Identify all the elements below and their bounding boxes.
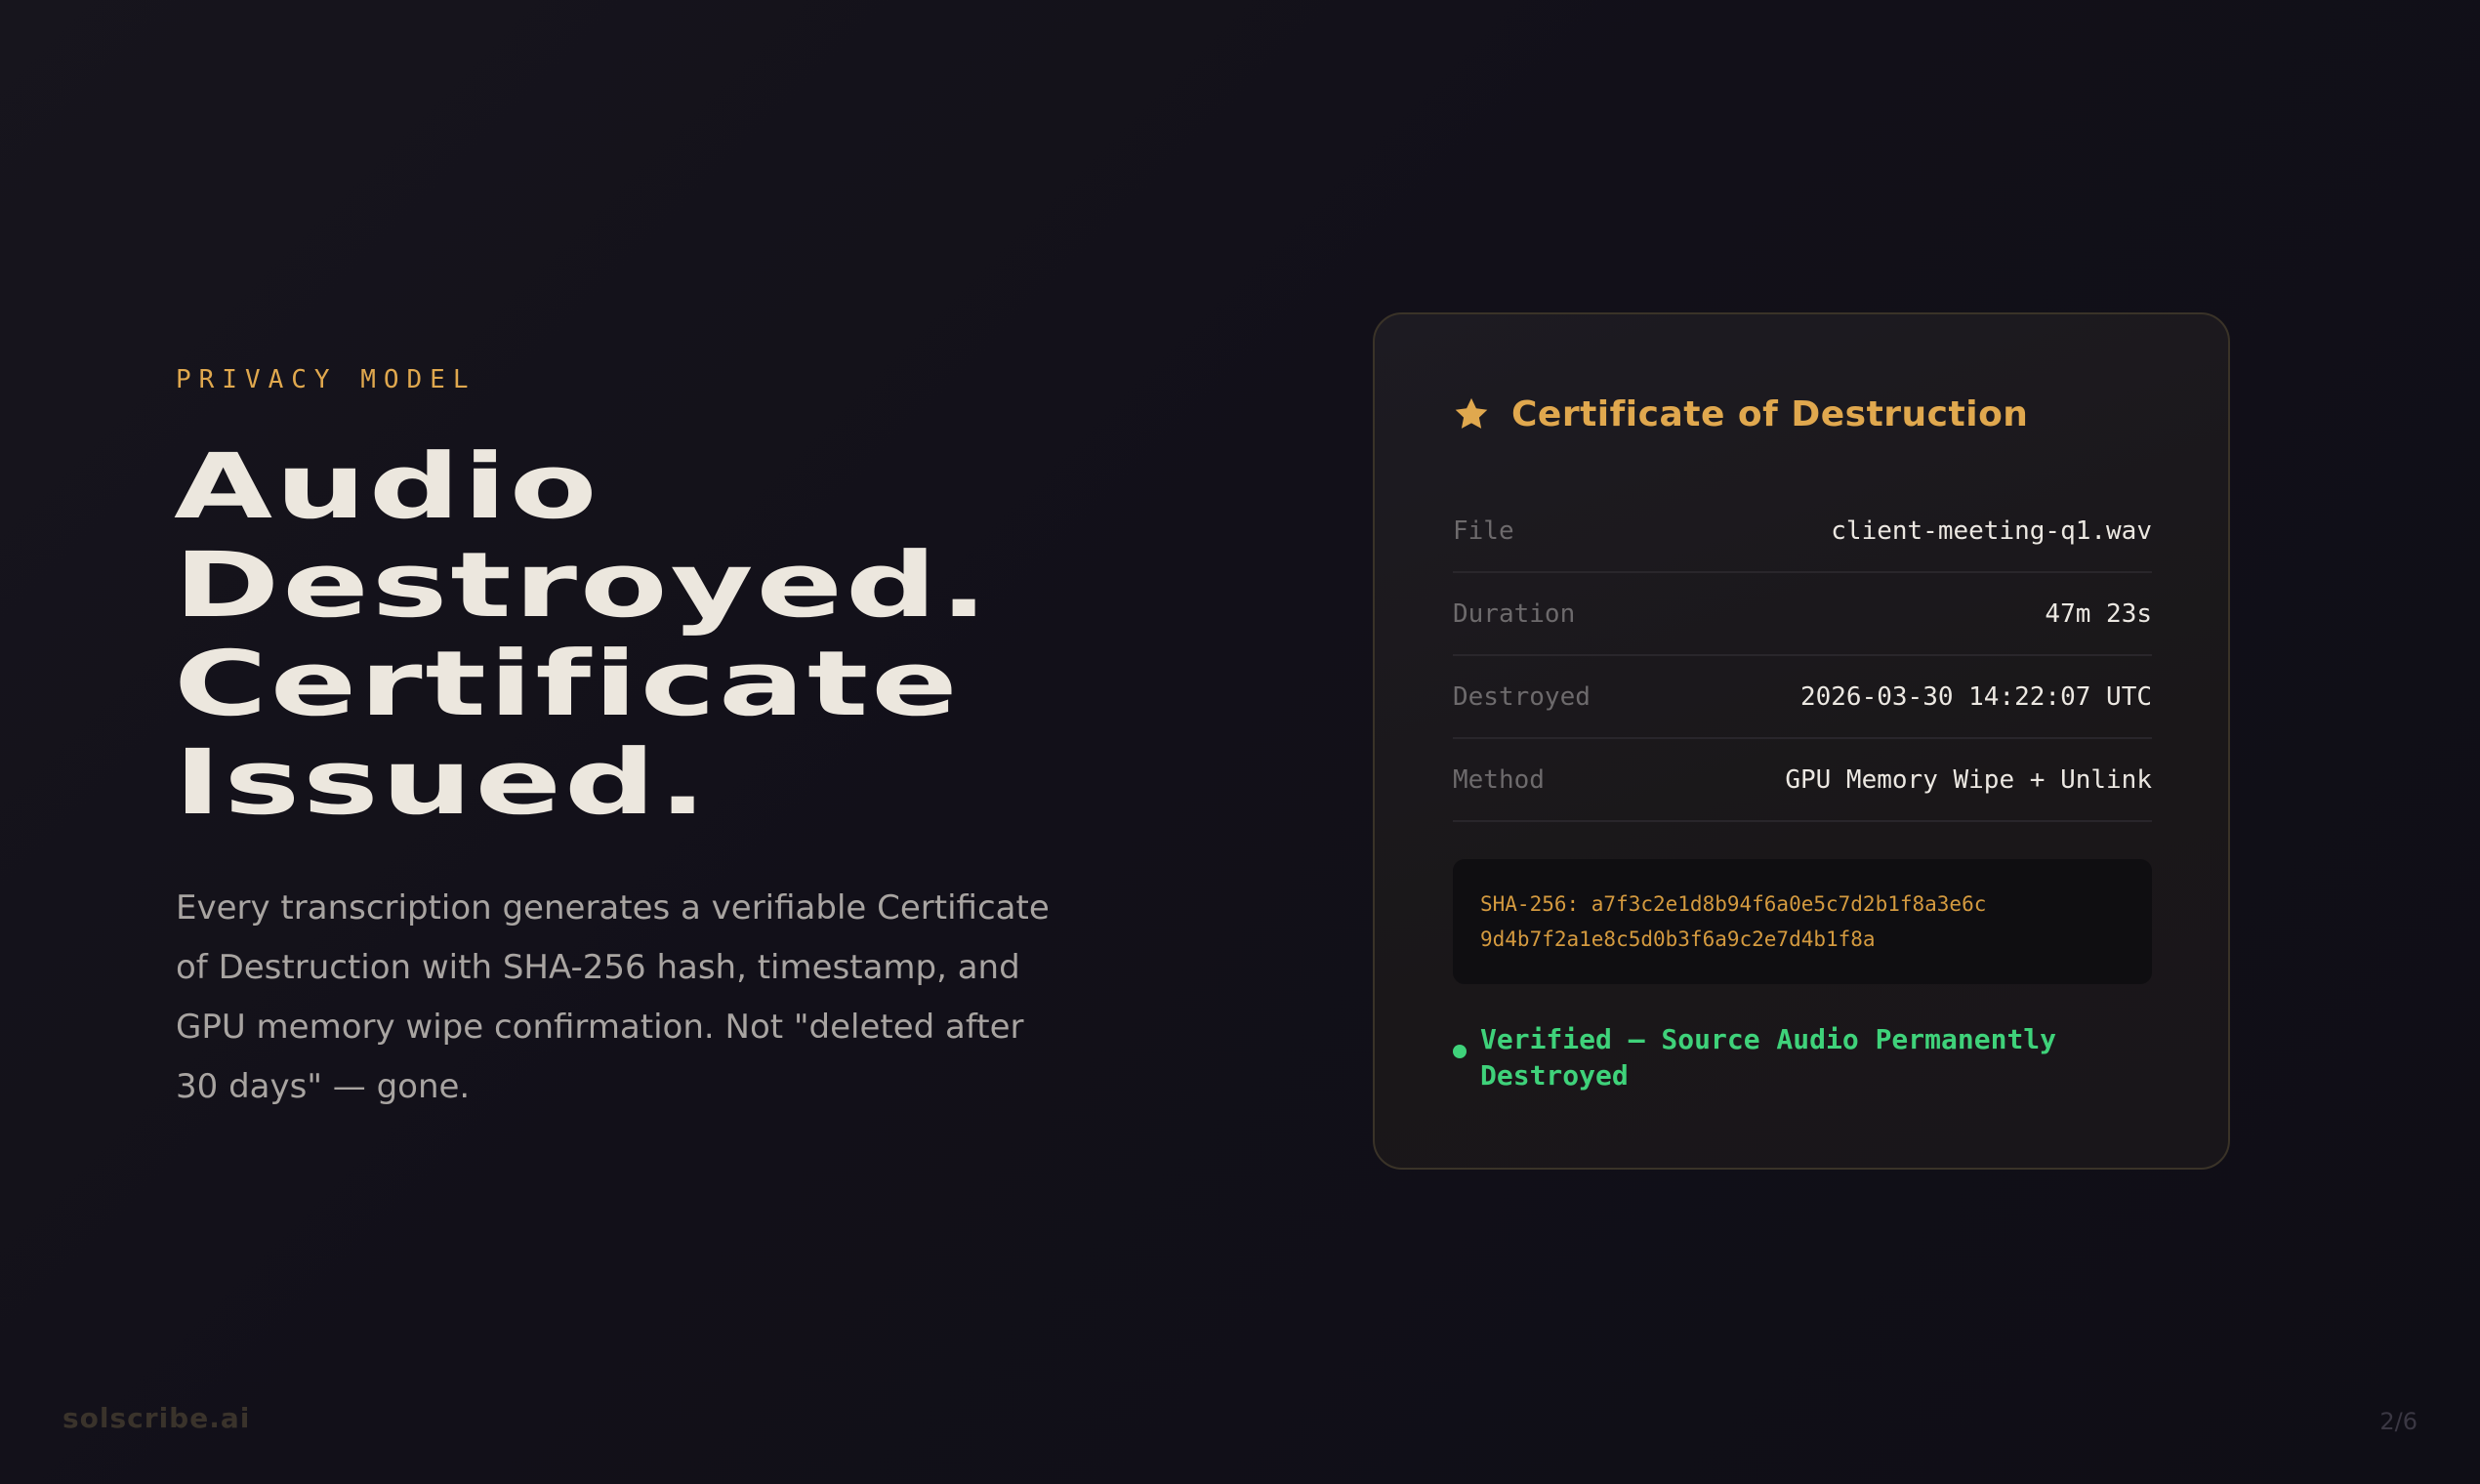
certificate-header: Certificate of Destruction (1453, 391, 2028, 437)
detail-value: 2026-03-30 14:22:07 UTC (1799, 681, 2152, 712)
detail-row-duration: Duration 47m 23s (1453, 573, 2152, 656)
detail-label: Duration (1453, 598, 1576, 629)
hash-line-2: 9d4b7f2a1e8c5d0b3f6a9c2e7d4b1f8a (1480, 928, 1876, 951)
slide: PRIVACY MODEL Audio Destroyed. Certifica… (0, 0, 2480, 1484)
section-eyebrow: PRIVACY MODEL (176, 365, 476, 394)
verified-status: Verified — Source Audio Permanently Dest… (1453, 1021, 2152, 1093)
page-number: 2/6 (2379, 1408, 2418, 1435)
hash-line-1: SHA-256: a7f3c2e1d8b94f6a0e5c7d2b1f8a3e6… (1480, 892, 1987, 916)
detail-value: 47m 23s (2045, 598, 2152, 629)
verified-text: Verified — Source Audio Permanently Dest… (1480, 1023, 2057, 1092)
headline: Audio Destroyed. Certificate Issued. (174, 437, 1422, 832)
detail-label: File (1453, 515, 1514, 546)
hash-box: SHA-256: a7f3c2e1d8b94f6a0e5c7d2b1f8a3e6… (1453, 859, 2152, 984)
star-icon (1455, 397, 1488, 429)
certificate-card: Certificate of Destruction File client-m… (1373, 312, 2230, 1170)
brand-logo-text: solscribe.ai (62, 1402, 251, 1434)
body-paragraph: Every transcription generates a verifiab… (176, 888, 1050, 1106)
detail-row-destroyed: Destroyed 2026-03-30 14:22:07 UTC (1453, 656, 2152, 739)
certificate-details: File client-meeting-q1.wav Duration 47m … (1453, 490, 2152, 822)
headline-line-1: Audio (174, 434, 600, 539)
detail-label: Method (1453, 764, 1545, 795)
detail-row-file: File client-meeting-q1.wav (1453, 490, 2152, 573)
detail-row-method: Method GPU Memory Wipe + Unlink (1453, 739, 2152, 822)
detail-value: client-meeting-q1.wav (1831, 515, 2152, 546)
certificate-title: Certificate of Destruction (1511, 393, 2029, 434)
headline-line-3: Certificate (174, 632, 961, 736)
headline-line-2: Destroyed. (174, 533, 991, 638)
detail-value: GPU Memory Wipe + Unlink (1785, 764, 2152, 795)
status-dot-icon (1453, 1045, 1467, 1058)
detail-label: Destroyed (1453, 681, 1591, 712)
headline-line-4: Issued. (174, 730, 710, 835)
